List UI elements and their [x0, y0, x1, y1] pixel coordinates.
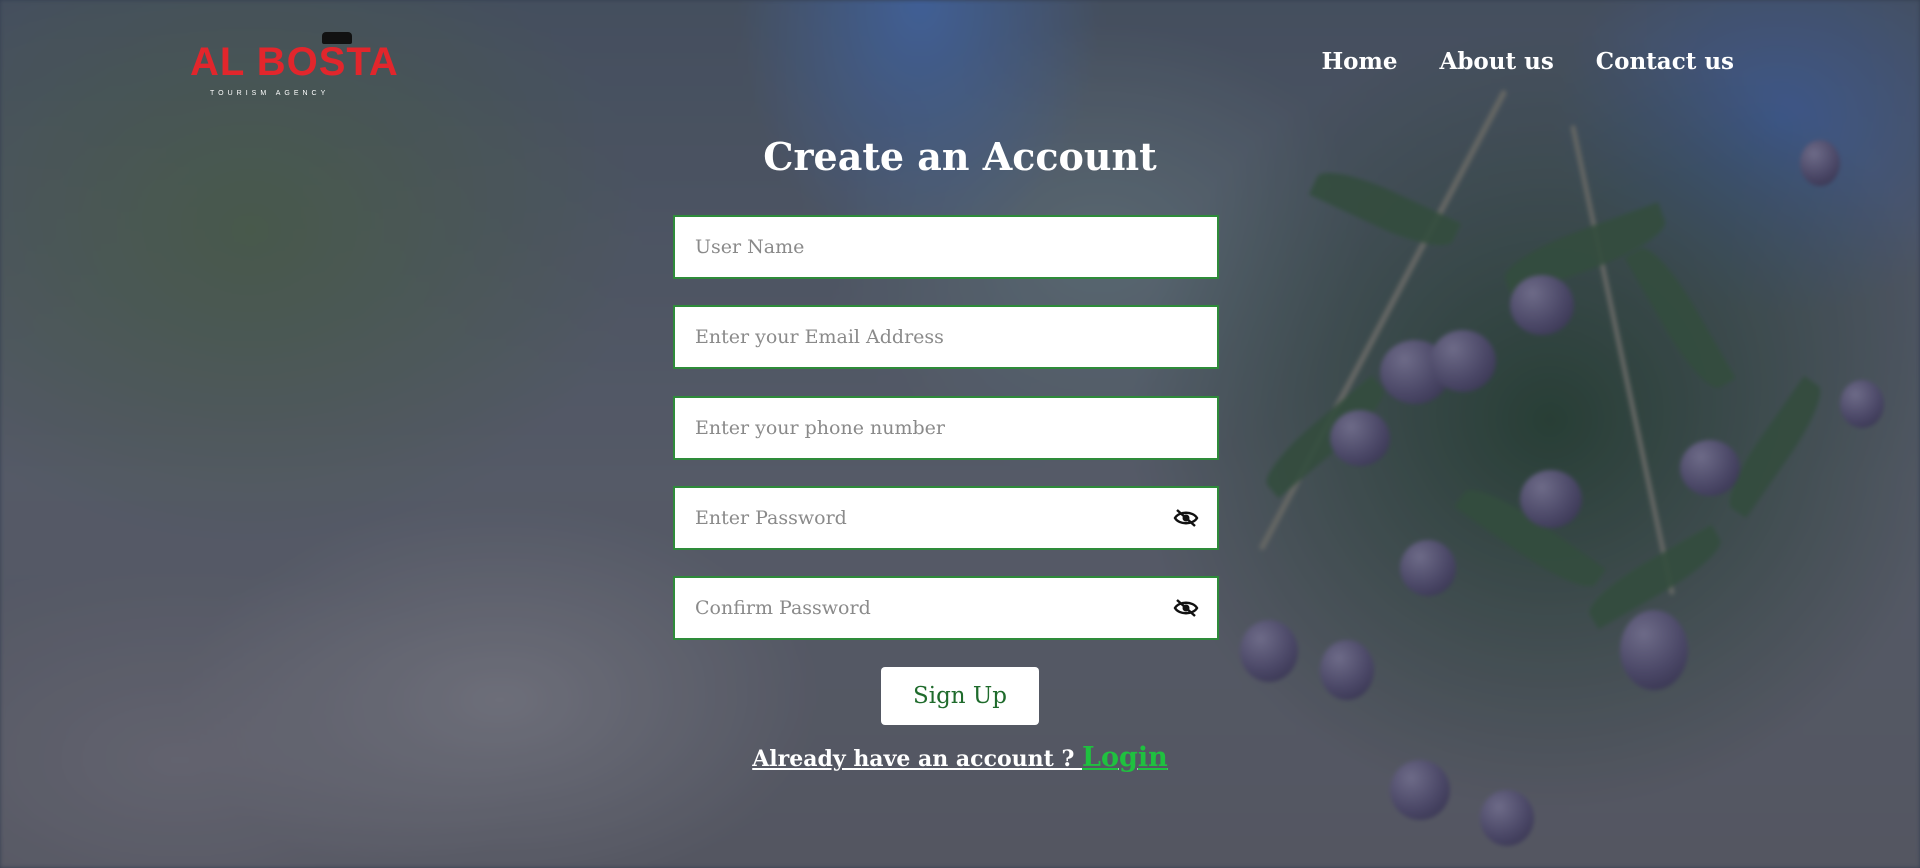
main-nav: Home About us Contact us [1321, 48, 1734, 75]
eye-off-icon[interactable] [1173, 508, 1199, 528]
username-field-wrapper [673, 215, 1219, 279]
username-input[interactable] [675, 217, 1217, 277]
password-input[interactable] [675, 488, 1217, 548]
page-title: Create an Account [763, 134, 1157, 179]
brand-logo[interactable]: AL BOSTA TOURISM AGENCY [190, 32, 398, 102]
login-link[interactable]: Login [1082, 742, 1168, 773]
phone-field-wrapper [673, 396, 1219, 460]
nav-contact-link[interactable]: Contact us [1596, 48, 1734, 75]
confirm-password-field-wrapper [673, 576, 1219, 640]
nav-home-link[interactable]: Home [1321, 48, 1397, 75]
brand-name: AL BOSTA [190, 40, 399, 84]
password-field-wrapper [673, 486, 1219, 550]
phone-input[interactable] [675, 398, 1217, 458]
login-prompt-text: Already have an account ? [752, 746, 1082, 772]
email-field-wrapper [673, 305, 1219, 369]
brand-tagline: TOURISM AGENCY [210, 90, 330, 97]
eye-off-icon[interactable] [1173, 598, 1199, 618]
email-input[interactable] [675, 307, 1217, 367]
login-prompt: Already have an account ? Login [0, 742, 1920, 773]
confirm-password-input[interactable] [675, 578, 1217, 638]
sign-up-button[interactable]: Sign Up [881, 667, 1039, 725]
nav-about-link[interactable]: About us [1440, 48, 1554, 75]
